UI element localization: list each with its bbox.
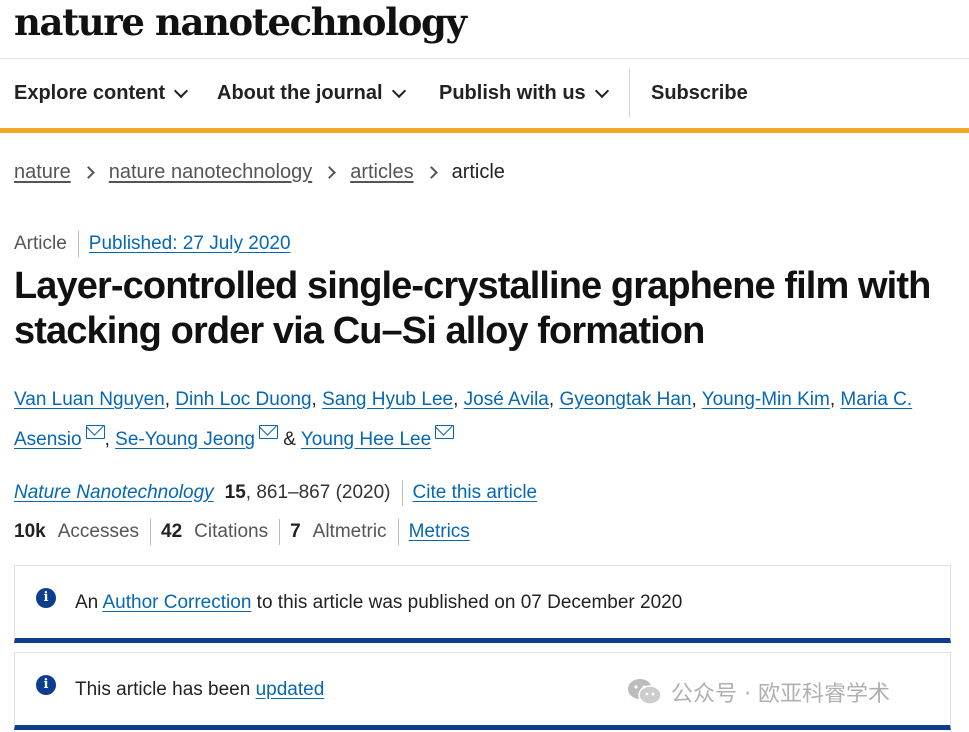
journal-logo[interactable]: nature nanotechnology [14,0,467,44]
author-link[interactable]: Dinh Loc Duong [175,389,311,410]
author-separator: , [311,389,323,410]
author-separator: , [691,389,702,410]
breadcrumb-nature[interactable]: nature [14,161,71,184]
main-nav: Explore content About the journal Publis… [0,59,969,133]
notice-text: An Author Correction to this article was… [75,592,682,614]
author-separator: , [548,389,560,410]
notice-text: This article has been updated [75,679,324,701]
accesses-count: 10k [14,521,46,542]
citations-label: Citations [194,521,269,542]
author-link[interactable]: José Avila [464,389,549,410]
altmetric-label: Altmetric [312,521,387,542]
article-type: Article [14,233,67,254]
wechat-icon [628,679,662,705]
divider [401,480,403,506]
notice-prefix: This article has been [75,679,256,700]
email-icon[interactable] [85,425,105,439]
metrics-link[interactable]: Metrics [409,521,470,543]
journal-volume: 15 [224,482,246,503]
citations-count: 42 [161,521,183,542]
chevron-down-icon [594,83,609,98]
citation-line: Nature Nanotechnology 15 , 861–867 (2020… [14,480,537,506]
altmetric-score: 7 [290,521,301,542]
watermark: 公众号 · 欧亚科睿学术 [627,676,890,708]
accesses-label: Accesses [57,521,140,542]
author-link[interactable]: Young Hee Lee [301,429,431,450]
updated-link[interactable]: updated [256,679,325,700]
journal-name-link[interactable]: Nature Nanotechnology [14,482,214,504]
author-correction-link[interactable]: Author Correction [102,592,251,613]
article-page: nature nanotechnology Explore content Ab… [0,0,969,732]
author-link[interactable]: Gyeongtak Han [559,389,691,410]
email-icon[interactable] [435,425,455,439]
chevron-right-icon [81,166,95,179]
nav-explore-content-label: Explore content [14,82,166,104]
author-separator: , [829,389,841,410]
author-separator: , [104,429,116,450]
notice-prefix: An [75,592,103,613]
nav-subscribe[interactable]: Subscribe [651,59,748,128]
author-link[interactable]: Sang Hyub Lee [322,389,453,410]
divider [279,519,281,545]
author-link[interactable]: Se-Young Jeong [115,429,255,450]
nav-publish-with-us-label: Publish with us [439,82,586,104]
author-separator: , [453,389,464,410]
nav-subscribe-label: Subscribe [651,82,748,104]
email-icon[interactable] [258,425,278,439]
notice-suffix: to this article was published on 07 Dece… [251,592,683,613]
nav-explore-content[interactable]: Explore content [14,59,189,128]
author-correction-notice: i An Author Correction to this article w… [14,565,951,643]
article-meta: Article Published: 27 July 2020 [14,231,291,257]
article-title: Layer-controlled single-crystalline grap… [14,265,931,352]
watermark-text: 公众号 · 欧亚科睿学术 [671,682,890,707]
author-separator: , [164,389,176,410]
divider [397,519,399,545]
breadcrumb-nature-nanotechnology[interactable]: nature nanotechnology [109,161,313,184]
chevron-down-icon [391,83,406,98]
masthead: nature nanotechnology [0,0,969,59]
published-date-link[interactable]: Published: 27 July 2020 [89,233,291,255]
nav-about-journal-label: About the journal [217,82,383,104]
author-ampersand: & [277,429,301,450]
journal-pages-year: , 861–867 (2020) [245,482,391,503]
chevron-down-icon [174,83,189,98]
chevron-right-icon [424,166,438,179]
info-icon: i [36,675,56,695]
author-link[interactable]: Van Luan Nguyen [14,389,165,410]
breadcrumb-articles[interactable]: articles [350,161,413,184]
cite-this-article-link[interactable]: Cite this article [413,482,538,504]
divider [150,519,152,545]
metrics-bar: 10k Accesses 42 Citations 7 Altmetric Me… [14,519,470,545]
author-link[interactable]: Young-Min Kim [702,389,830,410]
author-list: Van Luan Nguyen, Dinh Loc Duong, Sang Hy… [14,380,959,460]
nav-about-journal[interactable]: About the journal [217,59,406,128]
chevron-right-icon [323,166,337,179]
info-icon: i [36,588,56,608]
divider [77,231,79,257]
breadcrumb: nature nature nanotechnology articles ar… [14,161,505,184]
nav-divider [629,69,630,117]
breadcrumb-current: article [451,161,505,183]
nav-publish-with-us[interactable]: Publish with us [439,59,609,128]
